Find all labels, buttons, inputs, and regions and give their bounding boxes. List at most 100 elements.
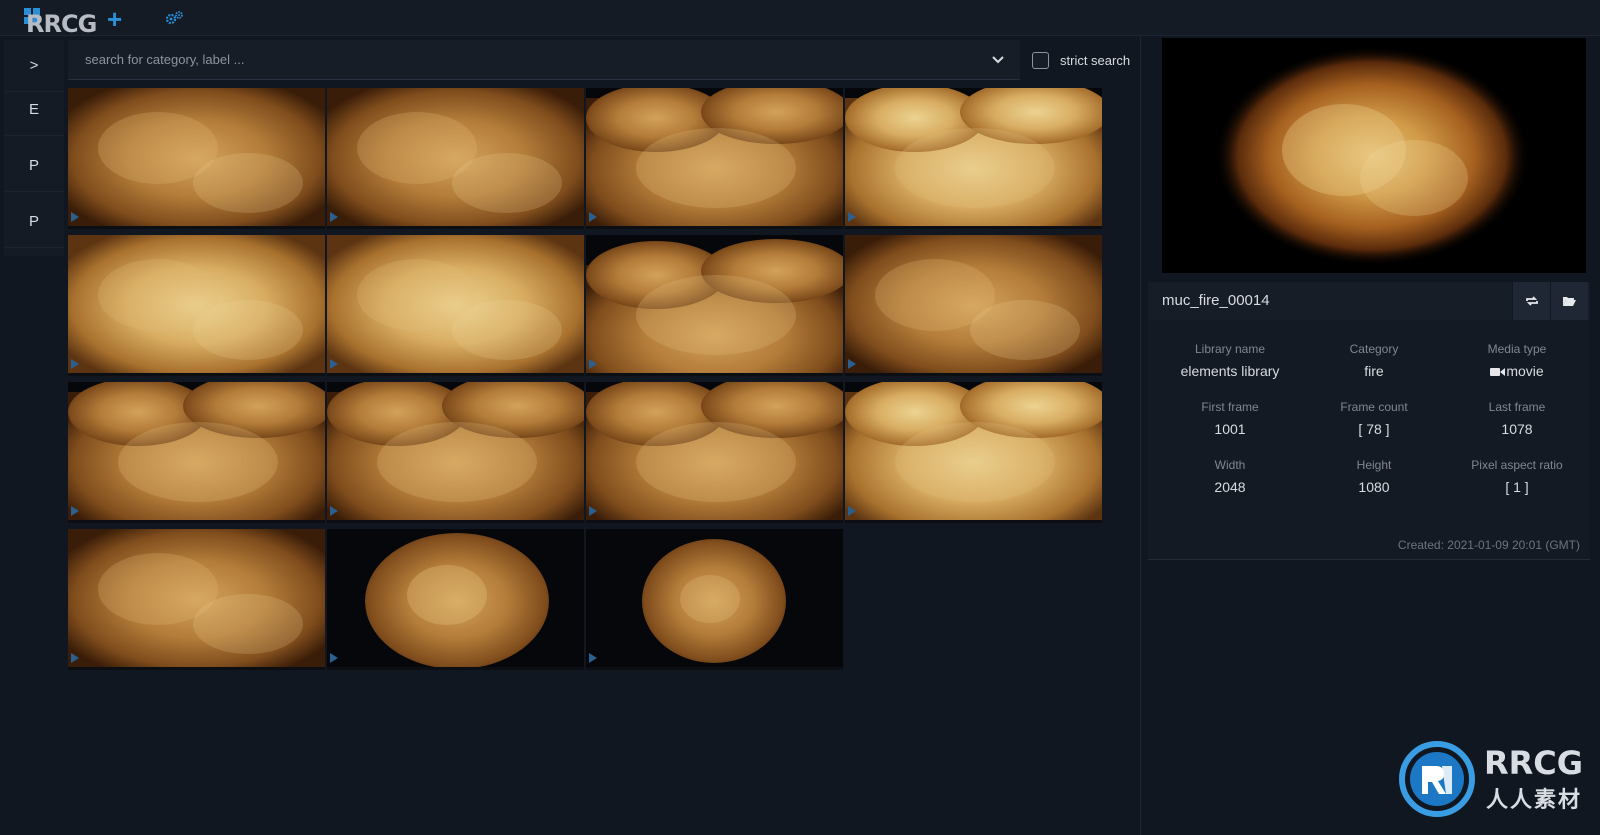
- meta-label: First frame: [1201, 400, 1259, 414]
- search-input[interactable]: [68, 40, 1020, 79]
- meta-value: [ 1 ]: [1505, 479, 1529, 495]
- play-icon: [330, 212, 338, 222]
- meta-width: Width 2048: [1160, 458, 1300, 495]
- fire-thumbnail-image: [327, 382, 584, 520]
- asset-name: muc_fire_00014: [1162, 292, 1270, 309]
- meta-category: Category fire: [1304, 342, 1444, 379]
- thumbnail-item[interactable]: [845, 382, 1102, 523]
- gear-icon[interactable]: [164, 10, 184, 26]
- app-logo[interactable]: RRCG +: [24, 4, 123, 38]
- folder-open-icon: [1563, 297, 1576, 306]
- thumbnail-item[interactable]: [586, 382, 843, 523]
- meta-value: fire: [1364, 363, 1384, 379]
- fire-thumbnail-image: [327, 88, 584, 226]
- play-icon: [589, 653, 597, 663]
- meta-value: movie: [1447, 363, 1587, 379]
- meta-label: Height: [1356, 458, 1392, 472]
- play-icon: [848, 359, 856, 369]
- meta-value: 1078: [1501, 421, 1533, 437]
- logo-plus-icon: +: [107, 4, 123, 34]
- fire-thumbnail-image: [68, 88, 325, 226]
- thumbnail-item[interactable]: [327, 88, 584, 229]
- watermark-brand: RRCG: [1484, 744, 1584, 782]
- thumbnail-item[interactable]: [68, 529, 325, 670]
- meta-value: [ 78 ]: [1358, 421, 1390, 437]
- thumbnail-item[interactable]: [327, 235, 584, 376]
- play-icon: [589, 506, 597, 516]
- thumbnail-item[interactable]: [845, 88, 1102, 229]
- refresh-icon: [1525, 296, 1538, 306]
- strict-search-label: strict search: [1060, 52, 1131, 68]
- meta-value: 2048: [1214, 479, 1246, 495]
- meta-label: Library name: [1194, 342, 1266, 356]
- meta-value: 1001: [1214, 421, 1246, 437]
- sidebar-item-p-2[interactable]: P: [4, 196, 64, 248]
- asset-details-panel: Library name elements library Category f…: [1148, 320, 1590, 560]
- play-icon: [848, 506, 856, 516]
- fire-thumbnail-image: [845, 88, 1102, 226]
- meta-label: Width: [1214, 458, 1246, 472]
- meta-label: Last frame: [1488, 400, 1546, 414]
- thumbnail-item[interactable]: [586, 529, 843, 670]
- meta-media-type: Media type movie: [1447, 342, 1587, 379]
- search-bar: [68, 40, 1020, 80]
- watermark-brand-cn: 人人素材: [1486, 787, 1583, 812]
- refresh-button[interactable]: [1512, 282, 1550, 320]
- play-icon: [71, 359, 79, 369]
- fire-thumbnail-image: [327, 529, 584, 667]
- meta-library-name: Library name elements library: [1160, 342, 1300, 379]
- left-sidebar: > E P P: [4, 40, 64, 256]
- meta-label: Category: [1349, 342, 1399, 356]
- thumbnail-item[interactable]: [586, 88, 843, 229]
- fire-thumbnail-image: [327, 235, 584, 373]
- media-preview[interactable]: [1162, 38, 1586, 273]
- meta-label: Pixel aspect ratio: [1471, 458, 1563, 472]
- thumbnail-item[interactable]: [845, 235, 1102, 376]
- play-icon: [848, 212, 856, 222]
- strict-search-toggle[interactable]: strict search: [1032, 48, 1130, 72]
- play-icon: [589, 359, 597, 369]
- thumbnail-item[interactable]: [68, 382, 325, 523]
- thumbnail-item[interactable]: [68, 88, 325, 229]
- top-bar: RRCG +: [0, 0, 1600, 38]
- fire-thumbnail-image: [586, 235, 843, 373]
- sidebar-item-p-1[interactable]: P: [4, 140, 64, 192]
- play-icon: [330, 653, 338, 663]
- meta-value: 1080: [1358, 479, 1390, 495]
- watermark-logo: RRCG 人人素材: [1398, 740, 1596, 820]
- strict-search-checkbox[interactable]: [1032, 51, 1049, 69]
- play-icon: [71, 212, 79, 222]
- fire-thumbnail-image: [68, 382, 325, 520]
- meta-label: Frame count: [1340, 400, 1408, 414]
- expand-chevron-icon: >: [29, 57, 39, 74]
- created-timestamp: Created: 2021-01-09 20:01 (GMT): [1397, 538, 1580, 552]
- thumbnail-item[interactable]: [327, 529, 584, 670]
- meta-label: Media type: [1487, 342, 1547, 356]
- play-icon: [330, 506, 338, 516]
- fire-thumbnail-image: [586, 382, 843, 520]
- sidebar-item-label: P: [28, 157, 39, 174]
- meta-height: Height 1080: [1304, 458, 1444, 495]
- play-icon: [71, 653, 79, 663]
- logo-text: RRCG: [26, 10, 97, 38]
- fire-thumbnail-image: [845, 235, 1102, 373]
- meta-value: elements library: [1180, 363, 1280, 379]
- thumbnail-item[interactable]: [68, 235, 325, 376]
- media-type-value: movie: [1506, 363, 1544, 379]
- rrcg-badge-icon: [1399, 741, 1475, 817]
- meta-last-frame: Last frame 1078: [1447, 400, 1587, 437]
- play-icon: [589, 212, 597, 222]
- chevron-down-icon[interactable]: [990, 52, 1006, 68]
- play-icon: [330, 359, 338, 369]
- sidebar-item-label: P: [28, 213, 39, 230]
- play-icon: [71, 506, 79, 516]
- thumbnail-item[interactable]: [327, 382, 584, 523]
- fire-thumbnail-image: [586, 529, 843, 667]
- sidebar-item-e[interactable]: E: [4, 84, 64, 136]
- fire-thumbnail-image: [68, 235, 325, 373]
- video-camera-icon: [1490, 368, 1506, 376]
- meta-first-frame: First frame 1001: [1160, 400, 1300, 437]
- fire-thumbnail-image: [845, 382, 1102, 520]
- open-folder-button[interactable]: [1550, 282, 1588, 320]
- thumbnail-item[interactable]: [586, 235, 843, 376]
